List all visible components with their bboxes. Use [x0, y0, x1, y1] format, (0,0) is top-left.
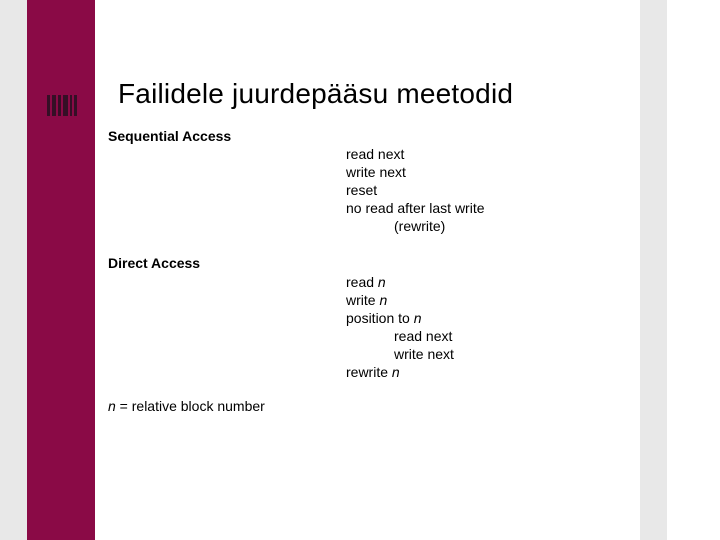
list-item: (rewrite) — [346, 217, 485, 235]
list-item: read next — [346, 145, 485, 163]
list-item: write next — [346, 163, 485, 181]
list-item: no read after last write — [346, 199, 485, 217]
decor-sidebar — [27, 0, 95, 540]
decor-band-left — [0, 0, 27, 540]
direct-list: read n write n position to n read next w… — [346, 273, 454, 381]
barcode-icon — [47, 95, 77, 116]
list-item: reset — [346, 181, 485, 199]
heading-direct: Direct Access — [108, 255, 200, 271]
list-item: write next — [346, 345, 454, 363]
list-item: write n — [346, 291, 454, 309]
decor-band-right — [640, 0, 667, 540]
slide: Failidele juurdepääsu meetodid Sequentia… — [0, 0, 720, 540]
heading-sequential: Sequential Access — [108, 128, 231, 144]
list-item: position to n — [346, 309, 454, 327]
footnote: n = relative block number — [108, 398, 265, 414]
slide-title: Failidele juurdepääsu meetodid — [118, 78, 513, 110]
sequential-list: read next write next reset no read after… — [346, 145, 485, 235]
list-item: read n — [346, 273, 454, 291]
list-item: rewrite n — [346, 363, 454, 381]
list-item: read next — [346, 327, 454, 345]
